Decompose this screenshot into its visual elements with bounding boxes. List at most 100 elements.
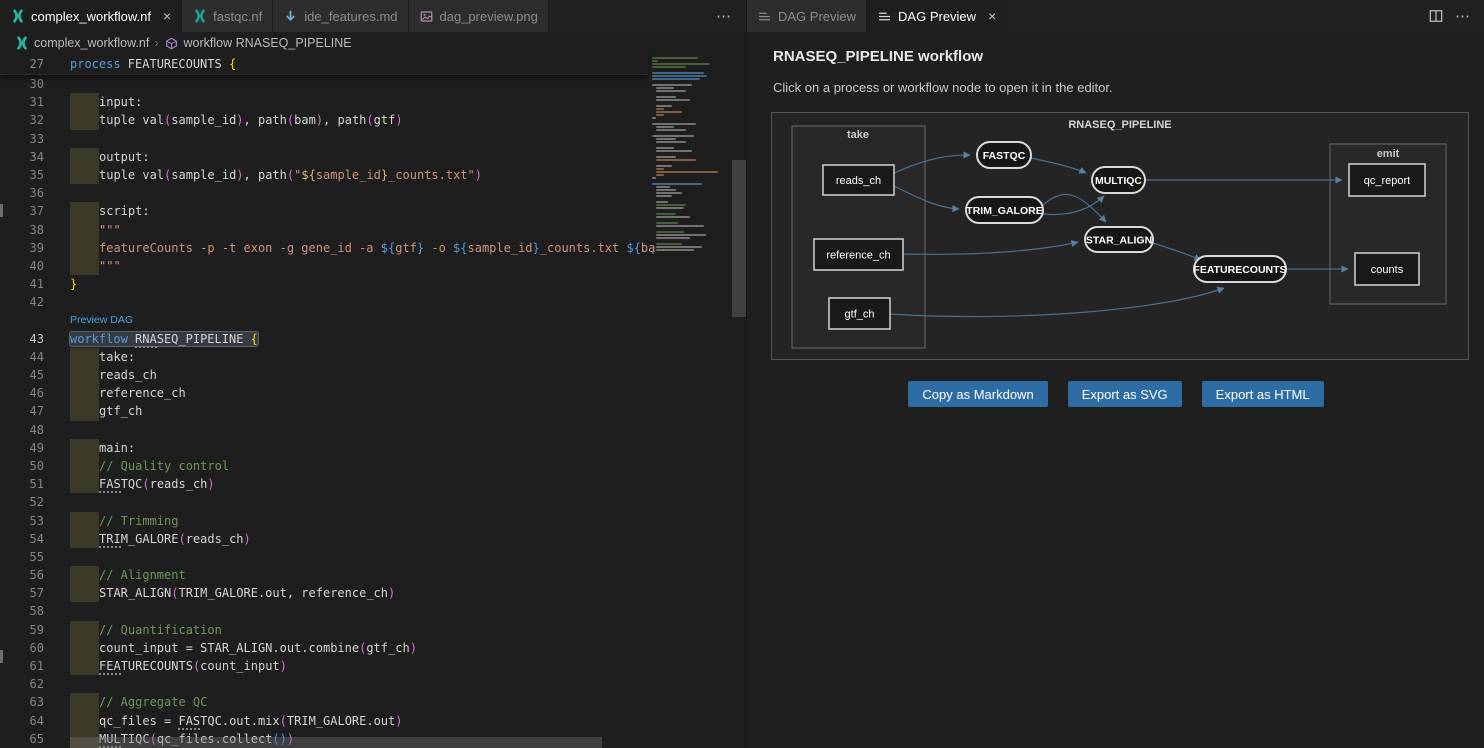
dag-cluster-label: emit	[1377, 148, 1400, 160]
code-line[interactable]: 49main:	[0, 439, 746, 457]
code-line[interactable]: 58	[0, 602, 746, 620]
dag-process-node-FASTQC[interactable]: FASTQC	[977, 142, 1031, 168]
line-number: 37	[0, 202, 44, 220]
code-line[interactable]: 37script:	[0, 202, 746, 220]
tab-dag-preview-active[interactable]: DAG Preview ×	[867, 0, 1007, 32]
export-as-html-button[interactable]: Export as HTML	[1202, 381, 1324, 407]
copy-as-markdown-button[interactable]: Copy as Markdown	[908, 381, 1047, 407]
arrow-down-icon	[283, 9, 298, 24]
svg-text:FEATURECOUNTS: FEATURECOUNTS	[1193, 264, 1286, 276]
code-line[interactable]: 32tuple val(sample_id), path(bam), path(…	[0, 111, 746, 129]
code-line[interactable]: 41}	[0, 275, 746, 293]
svg-text:qc_report: qc_report	[1364, 175, 1410, 187]
line-number: 60	[0, 639, 44, 657]
tab-complex-workflow[interactable]: complex_workflow.nf ×	[0, 0, 182, 32]
breadcrumb-symbol[interactable]: workflow RNASEQ_PIPELINE	[184, 36, 352, 50]
code-line[interactable]: 31input:	[0, 93, 746, 111]
preview-icon	[757, 9, 772, 24]
breadcrumb: complex_workflow.nf › workflow RNASEQ_PI…	[0, 32, 746, 54]
line-number: 36	[0, 184, 44, 202]
vertical-scrollbar[interactable]	[732, 160, 746, 317]
code-line[interactable]: 36	[0, 184, 746, 202]
tab-ide-features[interactable]: ide_features.md	[273, 0, 408, 32]
export-as-svg-button[interactable]: Export as SVG	[1068, 381, 1182, 407]
code-line[interactable]: 47gtf_ch	[0, 402, 746, 420]
dag-channel-node-counts: counts	[1355, 253, 1419, 285]
codelens-preview-dag[interactable]: Preview DAG	[0, 311, 746, 329]
code-line[interactable]: 38"""	[0, 221, 746, 239]
dag-panel-title: RNASEQ_PIPELINE workflow	[773, 48, 983, 65]
gutter-decoration	[0, 204, 3, 217]
code-line[interactable]: 44take:	[0, 348, 746, 366]
code-line[interactable]: 57STAR_ALIGN(TRIM_GALORE.out, reference_…	[0, 584, 746, 602]
code-line[interactable]: 45reads_ch	[0, 366, 746, 384]
tab-dag-preview-png[interactable]: dag_preview.png	[409, 0, 549, 32]
line-number: 45	[0, 366, 44, 384]
line-number: 48	[0, 421, 44, 439]
line-number: 44	[0, 348, 44, 366]
code-line[interactable]: 34output:	[0, 148, 746, 166]
code-editor[interactable]: 27process FEATURECOUNTS { 3031input:32tu…	[0, 54, 746, 748]
line-number: 54	[0, 530, 44, 548]
code-line[interactable]: 56// Alignment	[0, 566, 746, 584]
code-line[interactable]: 55	[0, 548, 746, 566]
code-line[interactable]: 61FEATURECOUNTS(count_input)	[0, 657, 746, 675]
tab-label: complex_workflow.nf	[31, 9, 151, 24]
code-line[interactable]: 62	[0, 675, 746, 693]
code-line[interactable]: 33	[0, 130, 746, 148]
nextflow-icon	[14, 36, 29, 51]
dag-channel-node-reference_ch: reference_ch	[814, 239, 903, 270]
horizontal-scrollbar[interactable]	[70, 737, 602, 748]
dag-channel-node-qc_report: qc_report	[1349, 164, 1425, 196]
svg-text:reference_ch: reference_ch	[826, 249, 890, 261]
svg-text:MULTIQC: MULTIQC	[1095, 175, 1142, 187]
code-line[interactable]: 52	[0, 493, 746, 511]
line-number: 65	[0, 730, 44, 748]
code-lines[interactable]: 3031input:32tuple val(sample_id), path(b…	[0, 75, 746, 748]
dag-process-node-STAR_ALIGN[interactable]: STAR_ALIGN	[1085, 227, 1153, 252]
code-line[interactable]: 39featureCounts -p -t exon -g gene_id -a…	[0, 239, 746, 257]
line-number: 63	[0, 693, 44, 711]
line-number: 64	[0, 712, 44, 730]
line-number: 49	[0, 439, 44, 457]
code-line[interactable]: 63// Aggregate QC	[0, 693, 746, 711]
line-number: 62	[0, 675, 44, 693]
line-number: 33	[0, 130, 44, 148]
code-line[interactable]: 64qc_files = FASTQC.out.mix(TRIM_GALORE.…	[0, 712, 746, 730]
breadcrumb-file[interactable]: complex_workflow.nf	[34, 36, 149, 50]
code-line[interactable]: 46reference_ch	[0, 384, 746, 402]
sticky-scroll-line[interactable]: 27process FEATURECOUNTS {	[0, 54, 648, 75]
code-line[interactable]: 48	[0, 421, 746, 439]
code-line[interactable]: 43workflow RNASEQ_PIPELINE {	[0, 330, 746, 348]
code-line[interactable]: 30	[0, 75, 746, 93]
code-line[interactable]: 54TRIM_GALORE(reads_ch)	[0, 530, 746, 548]
code-line[interactable]: 35tuple val(sample_id), path("${sample_i…	[0, 166, 746, 184]
code-line[interactable]: 51FASTQC(reads_ch)	[0, 475, 746, 493]
line-number: 38	[0, 221, 44, 239]
code-line[interactable]: 50// Quality control	[0, 457, 746, 475]
dag-process-node-TRIM_GALORE[interactable]: TRIM_GALORE	[966, 197, 1043, 223]
code-line[interactable]: 42	[0, 293, 746, 311]
code-line[interactable]: 59// Quantification	[0, 621, 746, 639]
tab-dag-preview-inactive[interactable]: DAG Preview	[747, 0, 867, 32]
more-actions-icon[interactable]: ⋯	[716, 7, 732, 25]
close-icon[interactable]: ×	[988, 9, 996, 23]
dag-process-node-FEATURECOUNTS[interactable]: FEATURECOUNTS	[1193, 256, 1286, 282]
dag-process-node-MULTIQC[interactable]: MULTIQC	[1092, 167, 1145, 193]
nextflow-icon	[10, 9, 25, 24]
vscode-window: complex_workflow.nf × fastqc.nf ide_feat…	[0, 0, 1484, 748]
code-line[interactable]: 40"""	[0, 257, 746, 275]
more-actions-icon[interactable]: ⋯	[1455, 7, 1471, 25]
split-editor-icon[interactable]	[1428, 9, 1443, 24]
close-icon[interactable]: ×	[163, 9, 171, 23]
dag-channel-node-reads_ch: reads_ch	[823, 165, 894, 195]
tab-fastqc[interactable]: fastqc.nf	[182, 0, 273, 32]
tab-label: DAG Preview	[898, 9, 976, 24]
line-number: 35	[0, 166, 44, 184]
code-line[interactable]: 60count_input = STAR_ALIGN.out.combine(g…	[0, 639, 746, 657]
code-line[interactable]: 53// Trimming	[0, 512, 746, 530]
minimap[interactable]	[648, 54, 731, 748]
dag-export-buttons: Copy as Markdown Export as SVG Export as…	[747, 381, 1484, 407]
symbol-workflow-icon	[164, 36, 179, 51]
line-number: 55	[0, 548, 44, 566]
